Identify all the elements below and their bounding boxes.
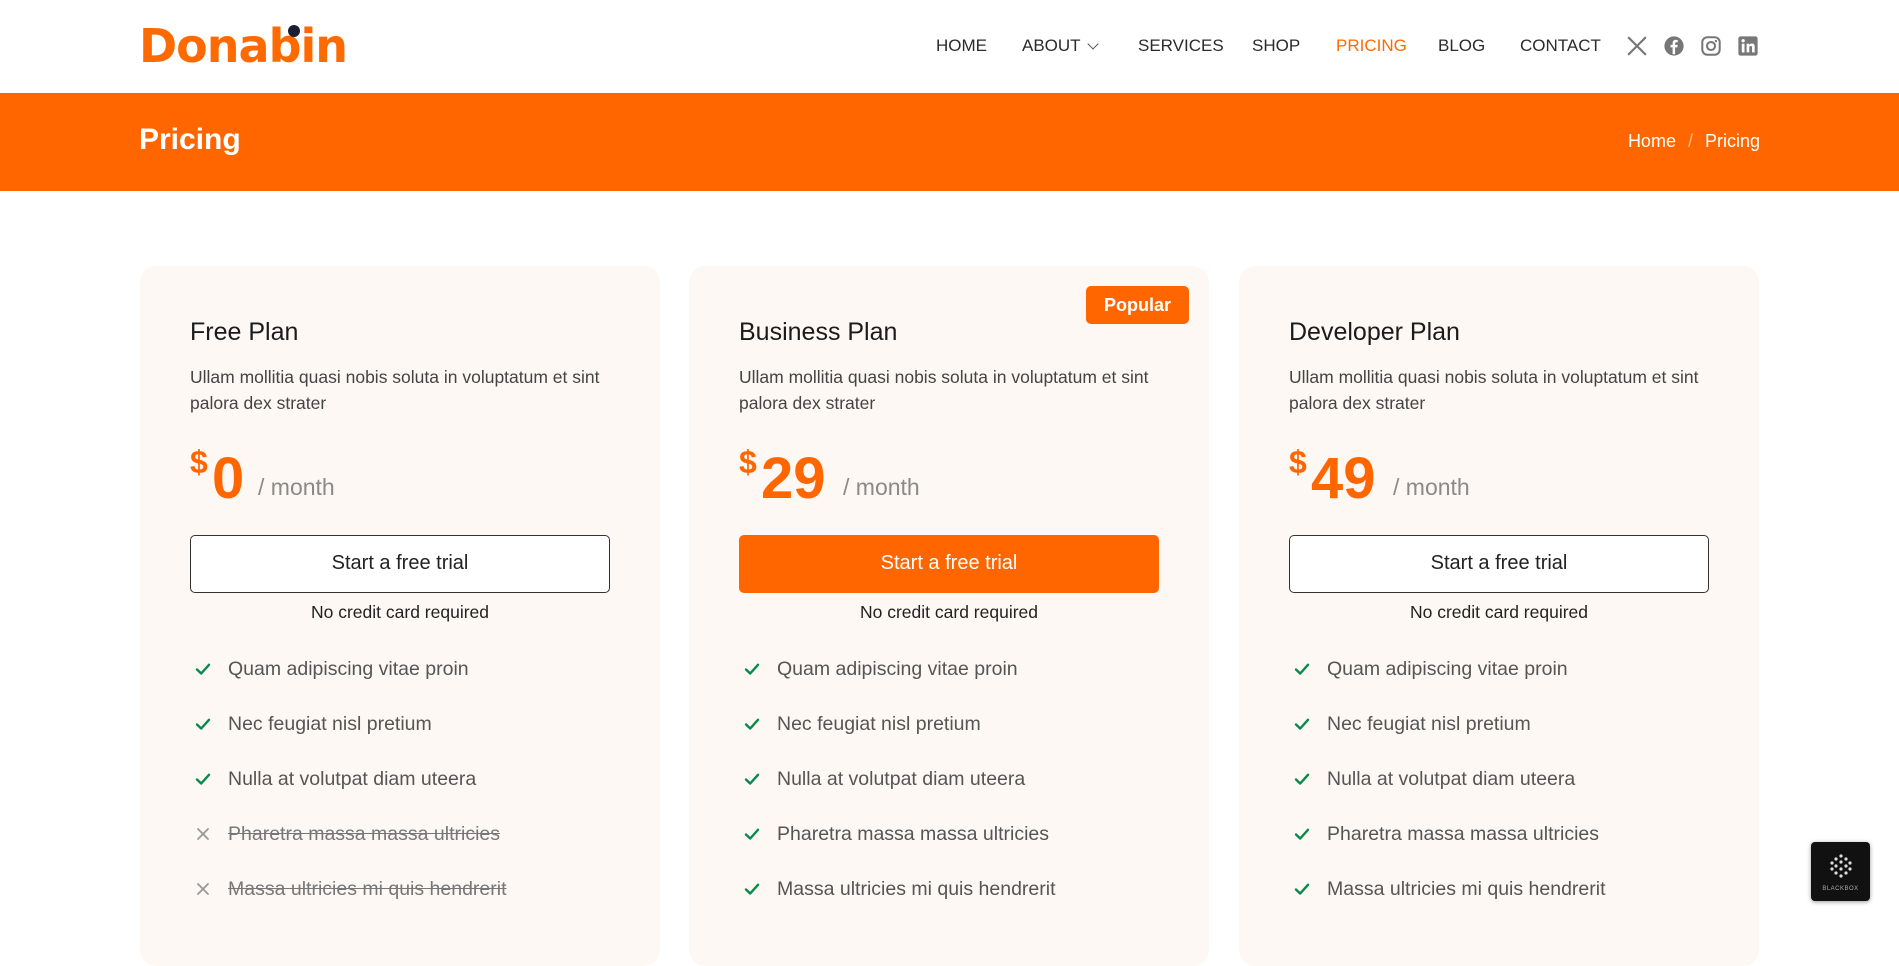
price-currency: $ <box>739 444 757 480</box>
check-icon <box>1294 828 1310 840</box>
feature-item: Pharetra massa massa ultricies <box>194 823 634 878</box>
price-amount: 29 <box>761 446 826 511</box>
feature-text: Pharetra massa massa ultricies <box>1327 823 1600 845</box>
feature-text: Massa ultricies mi quis hendrerit <box>1327 878 1606 900</box>
check-icon <box>744 663 760 675</box>
cross-icon <box>197 883 209 895</box>
feature-text: Massa ultricies mi quis hendrerit <box>228 878 507 900</box>
check-icon <box>744 773 760 785</box>
feature-text: Massa ultricies mi quis hendrerit <box>777 878 1056 900</box>
no-credit-card-note: No credit card required <box>311 602 489 622</box>
check-icon <box>195 773 211 785</box>
nav-contact[interactable]: CONTACT <box>1520 35 1601 57</box>
feature-text: Nec feugiat nisl pretium <box>1327 713 1531 735</box>
feature-item: Pharetra massa massa ultricies <box>743 823 1183 878</box>
nav-shop[interactable]: SHOP <box>1252 35 1300 57</box>
feature-text: Nulla at volutpat diam uteera <box>1327 768 1576 790</box>
check-icon <box>744 718 760 730</box>
start-trial-button[interactable]: Start a free trial <box>1289 535 1709 593</box>
logo[interactable]: Donabin <box>139 18 348 74</box>
feature-text: Nec feugiat nisl pretium <box>777 713 981 735</box>
feature-item: Massa ultricies mi quis hendrerit <box>743 878 1183 933</box>
feature-item: Nulla at volutpat diam uteera <box>743 768 1183 823</box>
plan-name: Free Plan <box>190 318 299 346</box>
check-icon <box>744 883 760 895</box>
plan-name: Business Plan <box>739 318 898 346</box>
price-currency: $ <box>190 444 208 480</box>
x-icon[interactable] <box>1626 35 1648 57</box>
cross-icon <box>197 828 209 840</box>
nav-pricing[interactable]: PRICING <box>1336 35 1407 57</box>
feature-item: Nec feugiat nisl pretium <box>743 713 1183 768</box>
plan-card: Free Plan Ullam mollitia quasi nobis solu… <box>140 266 660 966</box>
instagram-icon[interactable] <box>1700 35 1722 57</box>
check-icon <box>1294 773 1310 785</box>
feature-item: Quam adipiscing vitae proin <box>1293 658 1733 713</box>
feature-list: Quam adipiscing vitae proin Nec feugiat n… <box>194 658 634 933</box>
chevron-down-icon <box>1086 38 1099 50</box>
feature-item: Nec feugiat nisl pretium <box>194 713 634 768</box>
start-trial-button[interactable]: Start a free trial <box>739 535 1159 593</box>
check-icon <box>744 828 760 840</box>
blackbox-widget[interactable]: BLACKBOX <box>1811 842 1870 901</box>
plan-card: Developer Plan Ullam mollitia quasi nobis… <box>1239 266 1759 966</box>
plan-description: Ullam mollitia quasi nobis soluta in vol… <box>739 367 1149 413</box>
price-amount: 0 <box>212 446 245 511</box>
price-period: / month <box>1393 474 1470 500</box>
page-title: Pricing <box>139 123 241 156</box>
feature-item: Nulla at volutpat diam uteera <box>1293 768 1733 823</box>
check-icon <box>1294 718 1310 730</box>
no-credit-card-note: No credit card required <box>860 602 1038 622</box>
plan-description: Ullam mollitia quasi nobis soluta in vol… <box>1289 367 1699 413</box>
feature-item: Quam adipiscing vitae proin <box>743 658 1183 713</box>
check-icon <box>195 718 211 730</box>
price-amount: 49 <box>1311 446 1376 511</box>
blackbox-label: BLACKBOX <box>1822 886 1859 892</box>
feature-text: Quam adipiscing vitae proin <box>777 658 1018 680</box>
site-header: Donabin HOME ABOUT SERVICES SHOP PRICING… <box>0 0 1899 93</box>
feature-list: Quam adipiscing vitae proin Nec feugiat n… <box>743 658 1183 933</box>
facebook-icon[interactable] <box>1663 35 1685 57</box>
page-banner: Pricing Home / Pricing <box>0 93 1899 191</box>
nav-services[interactable]: SERVICES <box>1138 35 1224 57</box>
feature-item: Massa ultricies mi quis hendrerit <box>194 878 634 933</box>
breadcrumb-current: Pricing <box>1704 131 1760 151</box>
breadcrumb-home[interactable]: Home <box>1628 131 1676 151</box>
feature-item: Pharetra massa massa ultricies <box>1293 823 1733 878</box>
plan-card: Popular Business Plan Ullam mollitia quasi… <box>689 266 1209 966</box>
nav-about-label: ABOUT <box>1022 36 1081 55</box>
start-trial-button[interactable]: Start a free trial <box>190 535 610 593</box>
price-period: / month <box>843 474 920 500</box>
feature-text: Quam adipiscing vitae proin <box>228 658 469 680</box>
plan-description: Ullam mollitia quasi nobis soluta in vol… <box>190 367 600 413</box>
feature-list: Quam adipiscing vitae proin Nec feugiat n… <box>1293 658 1733 933</box>
no-credit-card-note: No credit card required <box>1410 602 1588 622</box>
check-icon <box>1294 883 1310 895</box>
feature-item: Nec feugiat nisl pretium <box>1293 713 1733 768</box>
breadcrumb: Home / Pricing <box>1628 131 1760 152</box>
breadcrumb-separator: / <box>1687 131 1693 151</box>
check-icon <box>1294 663 1310 675</box>
feature-text: Nulla at volutpat diam uteera <box>228 768 477 790</box>
feature-text: Pharetra massa massa ultricies <box>777 823 1050 845</box>
linkedin-icon[interactable] <box>1737 35 1759 57</box>
plan-name: Developer Plan <box>1289 318 1460 346</box>
nav-home[interactable]: HOME <box>936 35 987 57</box>
feature-text: Pharetra massa massa ultricies <box>228 823 501 845</box>
blackbox-logo-icon <box>1830 854 1852 878</box>
check-icon <box>195 663 211 675</box>
popular-badge: Popular <box>1085 286 1189 324</box>
nav-about[interactable]: ABOUT <box>1022 35 1099 57</box>
price-currency: $ <box>1289 444 1307 480</box>
feature-item: Quam adipiscing vitae proin <box>194 658 634 713</box>
feature-item: Nulla at volutpat diam uteera <box>194 768 634 823</box>
feature-item: Massa ultricies mi quis hendrerit <box>1293 878 1733 933</box>
price-period: / month <box>258 474 335 500</box>
feature-text: Quam adipiscing vitae proin <box>1327 658 1568 680</box>
logo-dot <box>288 25 300 37</box>
feature-text: Nulla at volutpat diam uteera <box>777 768 1026 790</box>
feature-text: Nec feugiat nisl pretium <box>228 713 432 735</box>
nav-blog[interactable]: BLOG <box>1438 35 1485 57</box>
